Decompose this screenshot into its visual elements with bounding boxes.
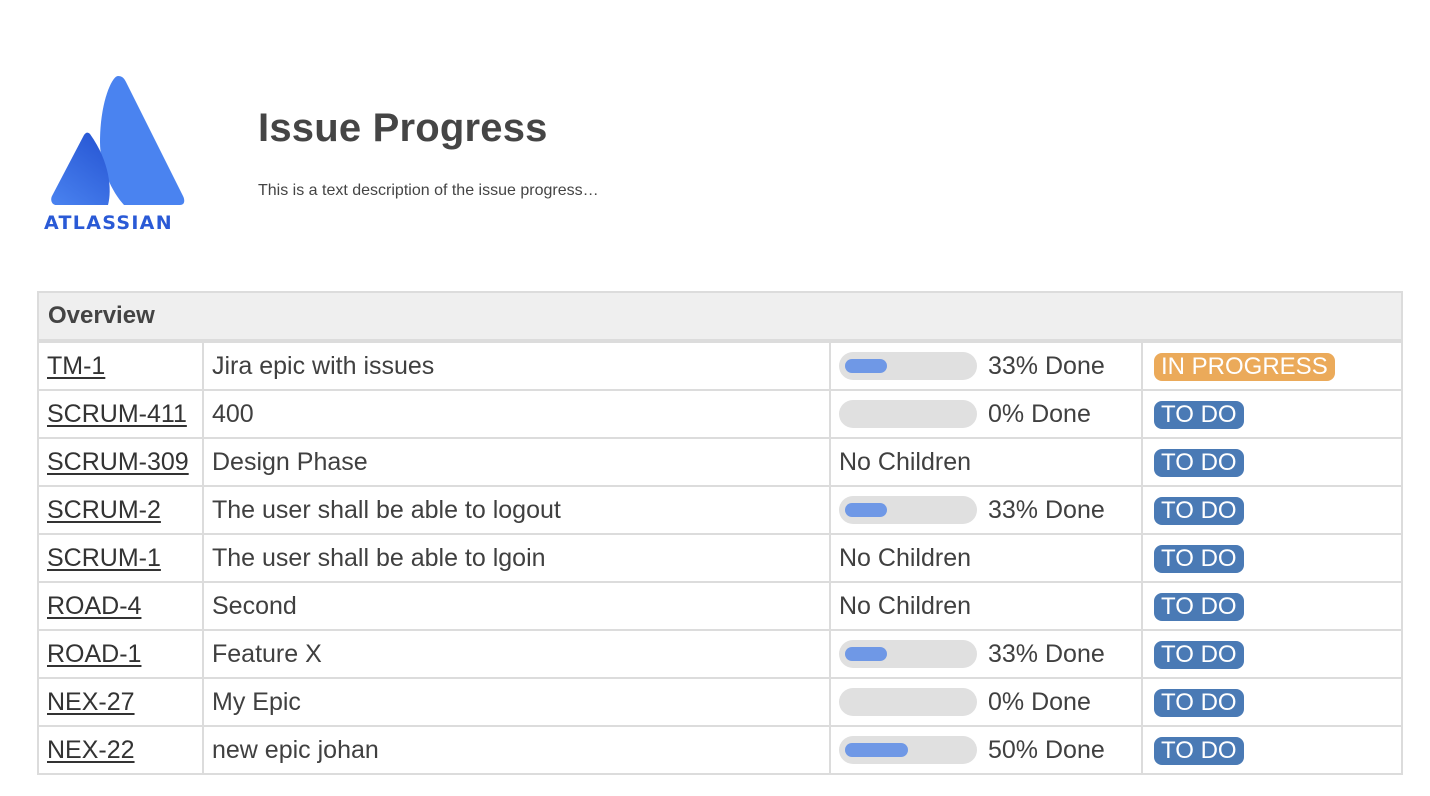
status-badge: TO DO bbox=[1154, 544, 1244, 573]
status-badge: TO DO bbox=[1154, 496, 1244, 525]
progress-label: 33% Done bbox=[988, 639, 1105, 668]
progress-bar-track bbox=[839, 688, 977, 716]
status-badge: TO DO bbox=[1154, 400, 1244, 429]
issue-summary: Design Phase bbox=[202, 437, 831, 487]
issue-key-cell: SCRUM-309 bbox=[37, 437, 204, 487]
issue-summary: The user shall be able to logout bbox=[202, 485, 831, 535]
progress-cell: No Children bbox=[829, 581, 1143, 631]
status-cell: TO DO bbox=[1140, 581, 1404, 631]
progress-bar-fill bbox=[845, 647, 887, 661]
table-row: ROAD-4 Second No Children TO DO bbox=[37, 581, 1404, 631]
status-cell: TO DO bbox=[1140, 629, 1404, 679]
issue-key-link[interactable]: SCRUM-309 bbox=[47, 448, 189, 476]
progress-bar-fill bbox=[845, 743, 908, 757]
progress-bar-track bbox=[839, 400, 977, 428]
issue-summary: new epic johan bbox=[202, 725, 831, 775]
progress-indicator: 33% Done bbox=[839, 352, 1141, 381]
issue-key-cell: SCRUM-1 bbox=[37, 533, 204, 583]
progress-label: 50% Done bbox=[988, 735, 1105, 764]
status-badge: IN PROGRESS bbox=[1154, 352, 1335, 381]
status-badge: TO DO bbox=[1154, 736, 1244, 765]
progress-label: No Children bbox=[839, 543, 972, 572]
table-row: SCRUM-411 400 0% Done TO DO bbox=[37, 389, 1404, 439]
progress-label: 0% Done bbox=[988, 399, 1091, 428]
issue-key-link[interactable]: SCRUM-1 bbox=[47, 544, 161, 572]
status-badge: TO DO bbox=[1154, 688, 1244, 717]
progress-label: 33% Done bbox=[988, 495, 1105, 524]
status-cell: TO DO bbox=[1140, 389, 1404, 439]
progress-indicator: 33% Done bbox=[839, 640, 1141, 669]
progress-cell: 33% Done bbox=[829, 629, 1143, 679]
overview-header: Overview bbox=[36, 291, 1404, 343]
status-cell: TO DO bbox=[1140, 437, 1404, 487]
table-row: SCRUM-309 Design Phase No Children TO DO bbox=[37, 437, 1404, 487]
issue-key-cell: NEX-27 bbox=[37, 677, 204, 727]
issue-summary: Second bbox=[202, 581, 831, 631]
issue-key-link[interactable]: SCRUM-411 bbox=[47, 400, 187, 428]
issue-key-link[interactable]: NEX-22 bbox=[47, 736, 135, 764]
atlassian-wordmark: ATLASSIAN bbox=[44, 212, 173, 234]
status-badge: TO DO bbox=[1154, 640, 1244, 669]
status-badge: TO DO bbox=[1154, 448, 1244, 477]
progress-indicator: 50% Done bbox=[839, 736, 1141, 765]
progress-label: 33% Done bbox=[988, 351, 1105, 380]
issue-summary: Feature X bbox=[202, 629, 831, 679]
progress-label: No Children bbox=[839, 591, 972, 620]
progress-bar-track bbox=[839, 352, 977, 380]
issue-key-link[interactable]: SCRUM-2 bbox=[47, 496, 161, 524]
progress-bar-track bbox=[839, 640, 977, 668]
issue-key-cell: ROAD-4 bbox=[37, 581, 204, 631]
atlassian-logo: ATLASSIAN bbox=[42, 72, 192, 238]
status-cell: TO DO bbox=[1140, 533, 1404, 583]
table-row: ROAD-1 Feature X 33% Done TO DO bbox=[37, 629, 1404, 679]
page-title: Issue Progress bbox=[258, 106, 548, 150]
progress-bar-track bbox=[839, 496, 977, 524]
table-row: NEX-22 new epic johan 50% Done TO DO bbox=[37, 725, 1404, 775]
status-cell: TO DO bbox=[1140, 677, 1404, 727]
issue-key-link[interactable]: NEX-27 bbox=[47, 688, 135, 716]
issue-key-link[interactable]: TM-1 bbox=[47, 352, 105, 380]
progress-indicator: 0% Done bbox=[839, 400, 1141, 429]
progress-cell: 0% Done bbox=[829, 677, 1143, 727]
issue-key-link[interactable]: ROAD-4 bbox=[47, 592, 141, 620]
issue-key-cell: SCRUM-411 bbox=[37, 389, 204, 439]
progress-cell: 33% Done bbox=[829, 485, 1143, 535]
status-cell: TO DO bbox=[1140, 485, 1404, 535]
page-description: This is a text description of the issue … bbox=[258, 182, 599, 199]
issue-summary: 400 bbox=[202, 389, 831, 439]
progress-cell: No Children bbox=[829, 437, 1143, 487]
atlassian-mark-icon bbox=[51, 76, 185, 205]
progress-label: No Children bbox=[839, 447, 972, 476]
status-cell: TO DO bbox=[1140, 725, 1404, 775]
progress-cell: 33% Done bbox=[829, 340, 1143, 391]
progress-indicator: 0% Done bbox=[839, 688, 1141, 717]
progress-bar-fill bbox=[845, 359, 887, 373]
table-row: NEX-27 My Epic 0% Done TO DO bbox=[37, 677, 1404, 727]
progress-cell: 50% Done bbox=[829, 725, 1143, 775]
progress-cell: No Children bbox=[829, 533, 1143, 583]
overview-table: Overview TM-1 Jira epic with issues 33% … bbox=[36, 291, 1404, 775]
issue-key-cell: TM-1 bbox=[37, 340, 204, 391]
issue-summary: The user shall be able to lgoin bbox=[202, 533, 831, 583]
status-cell: IN PROGRESS bbox=[1140, 340, 1404, 391]
table-row: SCRUM-2 The user shall be able to logout… bbox=[37, 485, 1404, 535]
issue-key-link[interactable]: ROAD-1 bbox=[47, 640, 141, 668]
issue-summary: My Epic bbox=[202, 677, 831, 727]
progress-bar-fill bbox=[845, 503, 887, 517]
progress-cell: 0% Done bbox=[829, 389, 1143, 439]
progress-label: 0% Done bbox=[988, 687, 1091, 716]
issue-key-cell: ROAD-1 bbox=[37, 629, 204, 679]
issue-summary: Jira epic with issues bbox=[202, 340, 831, 391]
progress-bar-track bbox=[839, 736, 977, 764]
status-badge: TO DO bbox=[1154, 592, 1244, 621]
table-row: TM-1 Jira epic with issues 33% Done IN P… bbox=[37, 340, 1404, 391]
issue-key-cell: SCRUM-2 bbox=[37, 485, 204, 535]
issue-key-cell: NEX-22 bbox=[37, 725, 204, 775]
progress-indicator: 33% Done bbox=[839, 496, 1141, 525]
table-row: SCRUM-1 The user shall be able to lgoin … bbox=[37, 533, 1404, 583]
